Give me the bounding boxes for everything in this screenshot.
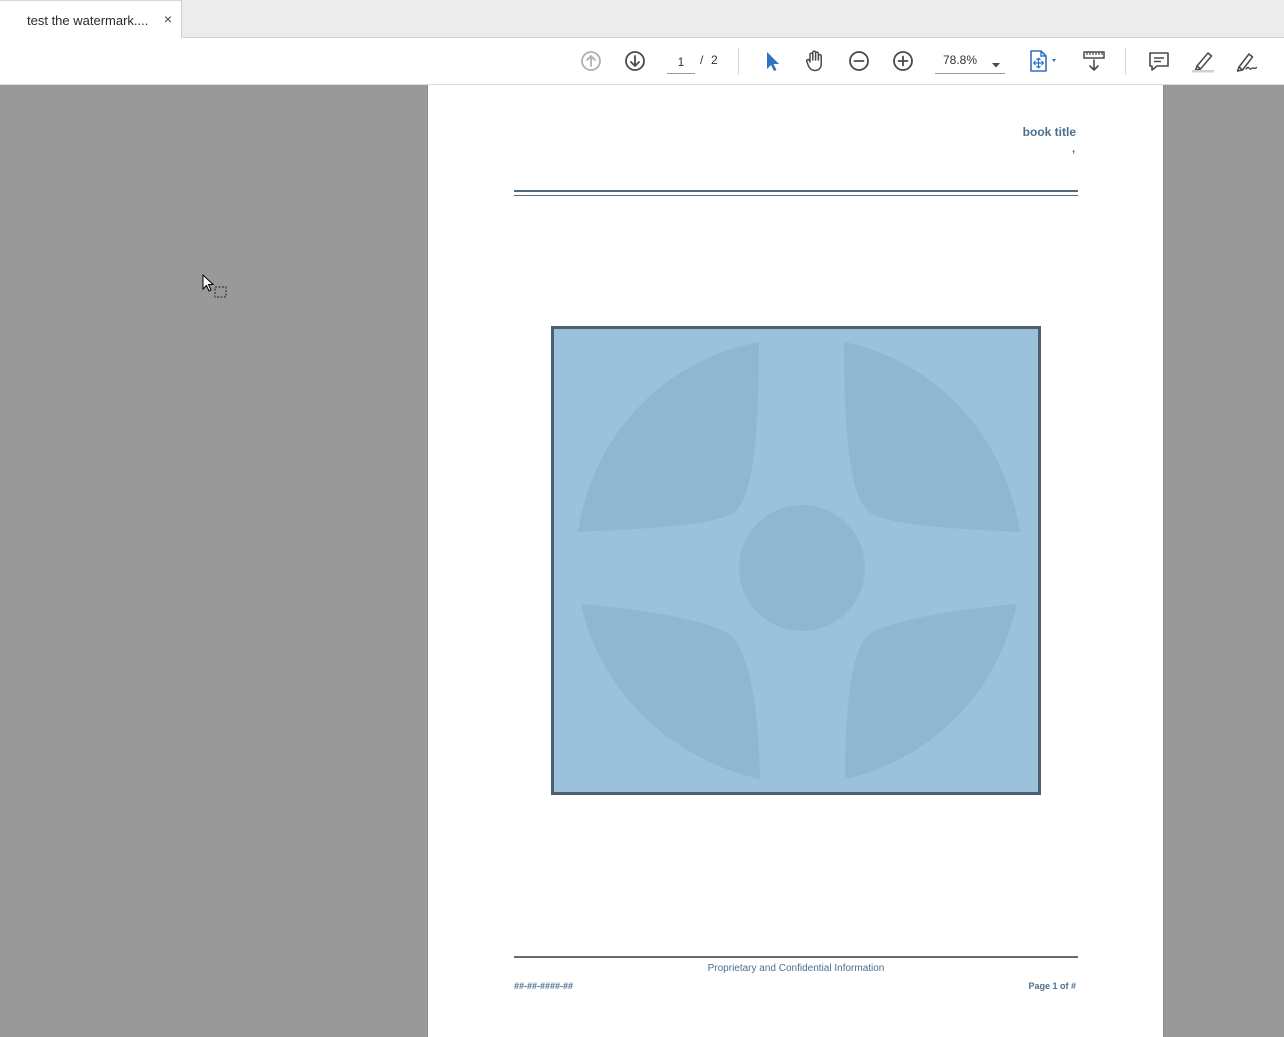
pointer-arrow-icon[interactable] <box>756 47 786 75</box>
tab-title: test the watermark.... <box>27 13 149 28</box>
mouse-cursor-icon <box>202 273 232 302</box>
toolbar-divider <box>738 48 739 75</box>
page-number-input[interactable] <box>667 50 695 74</box>
toolbar-divider <box>1125 48 1126 75</box>
footer-rule <box>514 956 1078 958</box>
watermark-graphic <box>578 342 1020 779</box>
page-fit-icon[interactable] <box>1026 47 1062 75</box>
tab-bar: test the watermark.... × <box>0 0 1284 38</box>
hand-pan-icon[interactable] <box>800 47 830 75</box>
page-total: 2 <box>711 53 718 67</box>
zoom-out-icon[interactable] <box>844 47 874 75</box>
sign-pen-icon[interactable] <box>1232 47 1262 75</box>
document-viewer[interactable]: book title , Proprietary and Confidentia… <box>0 85 1284 1037</box>
footer-page-number: Page 1 of # <box>1028 981 1076 991</box>
highlight-pen-icon[interactable] <box>1188 47 1218 75</box>
page-separator: / <box>700 53 704 67</box>
header-subtitle: , <box>1071 143 1075 155</box>
zoom-value: 78.8% <box>943 53 978 67</box>
close-icon[interactable]: × <box>160 10 176 28</box>
watermark-image <box>551 326 1041 795</box>
footer-doc-number: ##-##-####-## <box>514 981 574 991</box>
comment-icon[interactable] <box>1144 47 1174 75</box>
zoom-in-icon[interactable] <box>888 47 918 75</box>
arrow-up-circle-icon[interactable] <box>576 47 606 75</box>
footer-confidential: Proprietary and Confidential Information <box>707 963 885 974</box>
arrow-down-circle-icon[interactable] <box>620 47 650 75</box>
document-page: book title , Proprietary and Confidentia… <box>427 85 1164 1037</box>
zoom-select[interactable]: 78.8% <box>935 50 1005 74</box>
viewer-toolbar: / 2 78.8% <box>0 38 1284 85</box>
document-tab[interactable]: test the watermark.... × <box>0 0 182 38</box>
chevron-down-icon <box>991 56 1001 74</box>
header-title: book title <box>1022 125 1076 139</box>
header-rule <box>514 190 1078 196</box>
scroll-mode-icon[interactable] <box>1079 47 1109 75</box>
